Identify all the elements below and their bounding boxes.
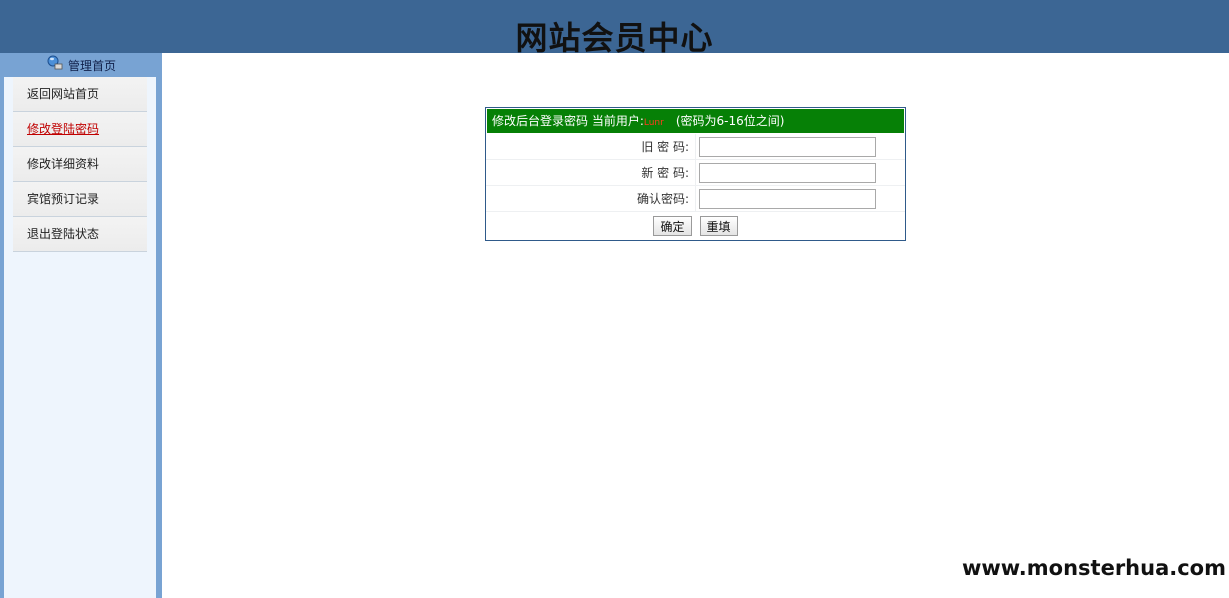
- new-password-input[interactable]: [699, 162, 876, 183]
- old-password-cell: [695, 134, 905, 159]
- sidebar-item-label: 退出登陆状态: [27, 227, 100, 241]
- sidebar: 管理首页 返回网站首页 修改登陆密码 修改详细资料 宾馆预订记录 退出登陆状态: [0, 53, 162, 598]
- submit-button[interactable]: 确定: [653, 216, 692, 236]
- sidebar-item-label: 返回网站首页: [27, 87, 100, 101]
- sidebar-item-change-password[interactable]: 修改登陆密码: [13, 112, 147, 147]
- confirm-password-row: 确认密码:: [486, 186, 905, 212]
- sidebar-item-label: 修改登陆密码: [27, 122, 100, 136]
- sidebar-item-edit-profile[interactable]: 修改详细资料: [13, 147, 147, 182]
- reset-button[interactable]: 重填: [699, 216, 738, 236]
- confirm-password-cell: [695, 186, 905, 211]
- site-title: 网站会员中心: [515, 19, 714, 53]
- sidebar-item-home[interactable]: 返回网站首页: [13, 77, 147, 112]
- sidebar-header[interactable]: 管理首页: [0, 53, 162, 77]
- new-password-row: 新 密 码:: [486, 160, 905, 186]
- panel-title: 修改后台登录密码 当前用户:: [492, 114, 644, 128]
- password-hint: (密码为6-16位之间): [675, 114, 785, 128]
- sidebar-menu: 返回网站首页 修改登陆密码 修改详细资料 宾馆预订记录 退出登陆状态: [13, 77, 147, 252]
- old-password-label: 旧 密 码:: [641, 140, 689, 154]
- old-password-row: 旧 密 码:: [486, 134, 905, 160]
- admin-home-icon: [46, 54, 64, 72]
- sidebar-item-hotel-bookings[interactable]: 宾馆预订记录: [13, 182, 147, 217]
- current-user: Lunr: [643, 118, 664, 128]
- watermark: www.monsterhua.com: [961, 556, 1226, 580]
- confirm-password-label: 确认密码:: [636, 192, 689, 206]
- change-password-panel: 修改后台登录密码 当前用户:Lunr (密码为6-16位之间) 旧 密 码: 新 …: [485, 107, 906, 241]
- old-password-input[interactable]: [699, 136, 876, 157]
- new-password-label: 新 密 码:: [641, 166, 689, 180]
- new-password-cell: [695, 160, 905, 185]
- page-header: 网站会员中心: [0, 0, 1229, 53]
- sidebar-header-label: 管理首页: [67, 58, 116, 73]
- sidebar-item-label: 宾馆预订记录: [27, 192, 100, 206]
- form-actions: 确定 重填: [486, 212, 905, 240]
- confirm-password-input[interactable]: [699, 188, 876, 209]
- sidebar-item-logout[interactable]: 退出登陆状态: [13, 217, 147, 252]
- sidebar-item-label: 修改详细资料: [27, 157, 100, 171]
- panel-header: 修改后台登录密码 当前用户:Lunr (密码为6-16位之间): [487, 109, 904, 133]
